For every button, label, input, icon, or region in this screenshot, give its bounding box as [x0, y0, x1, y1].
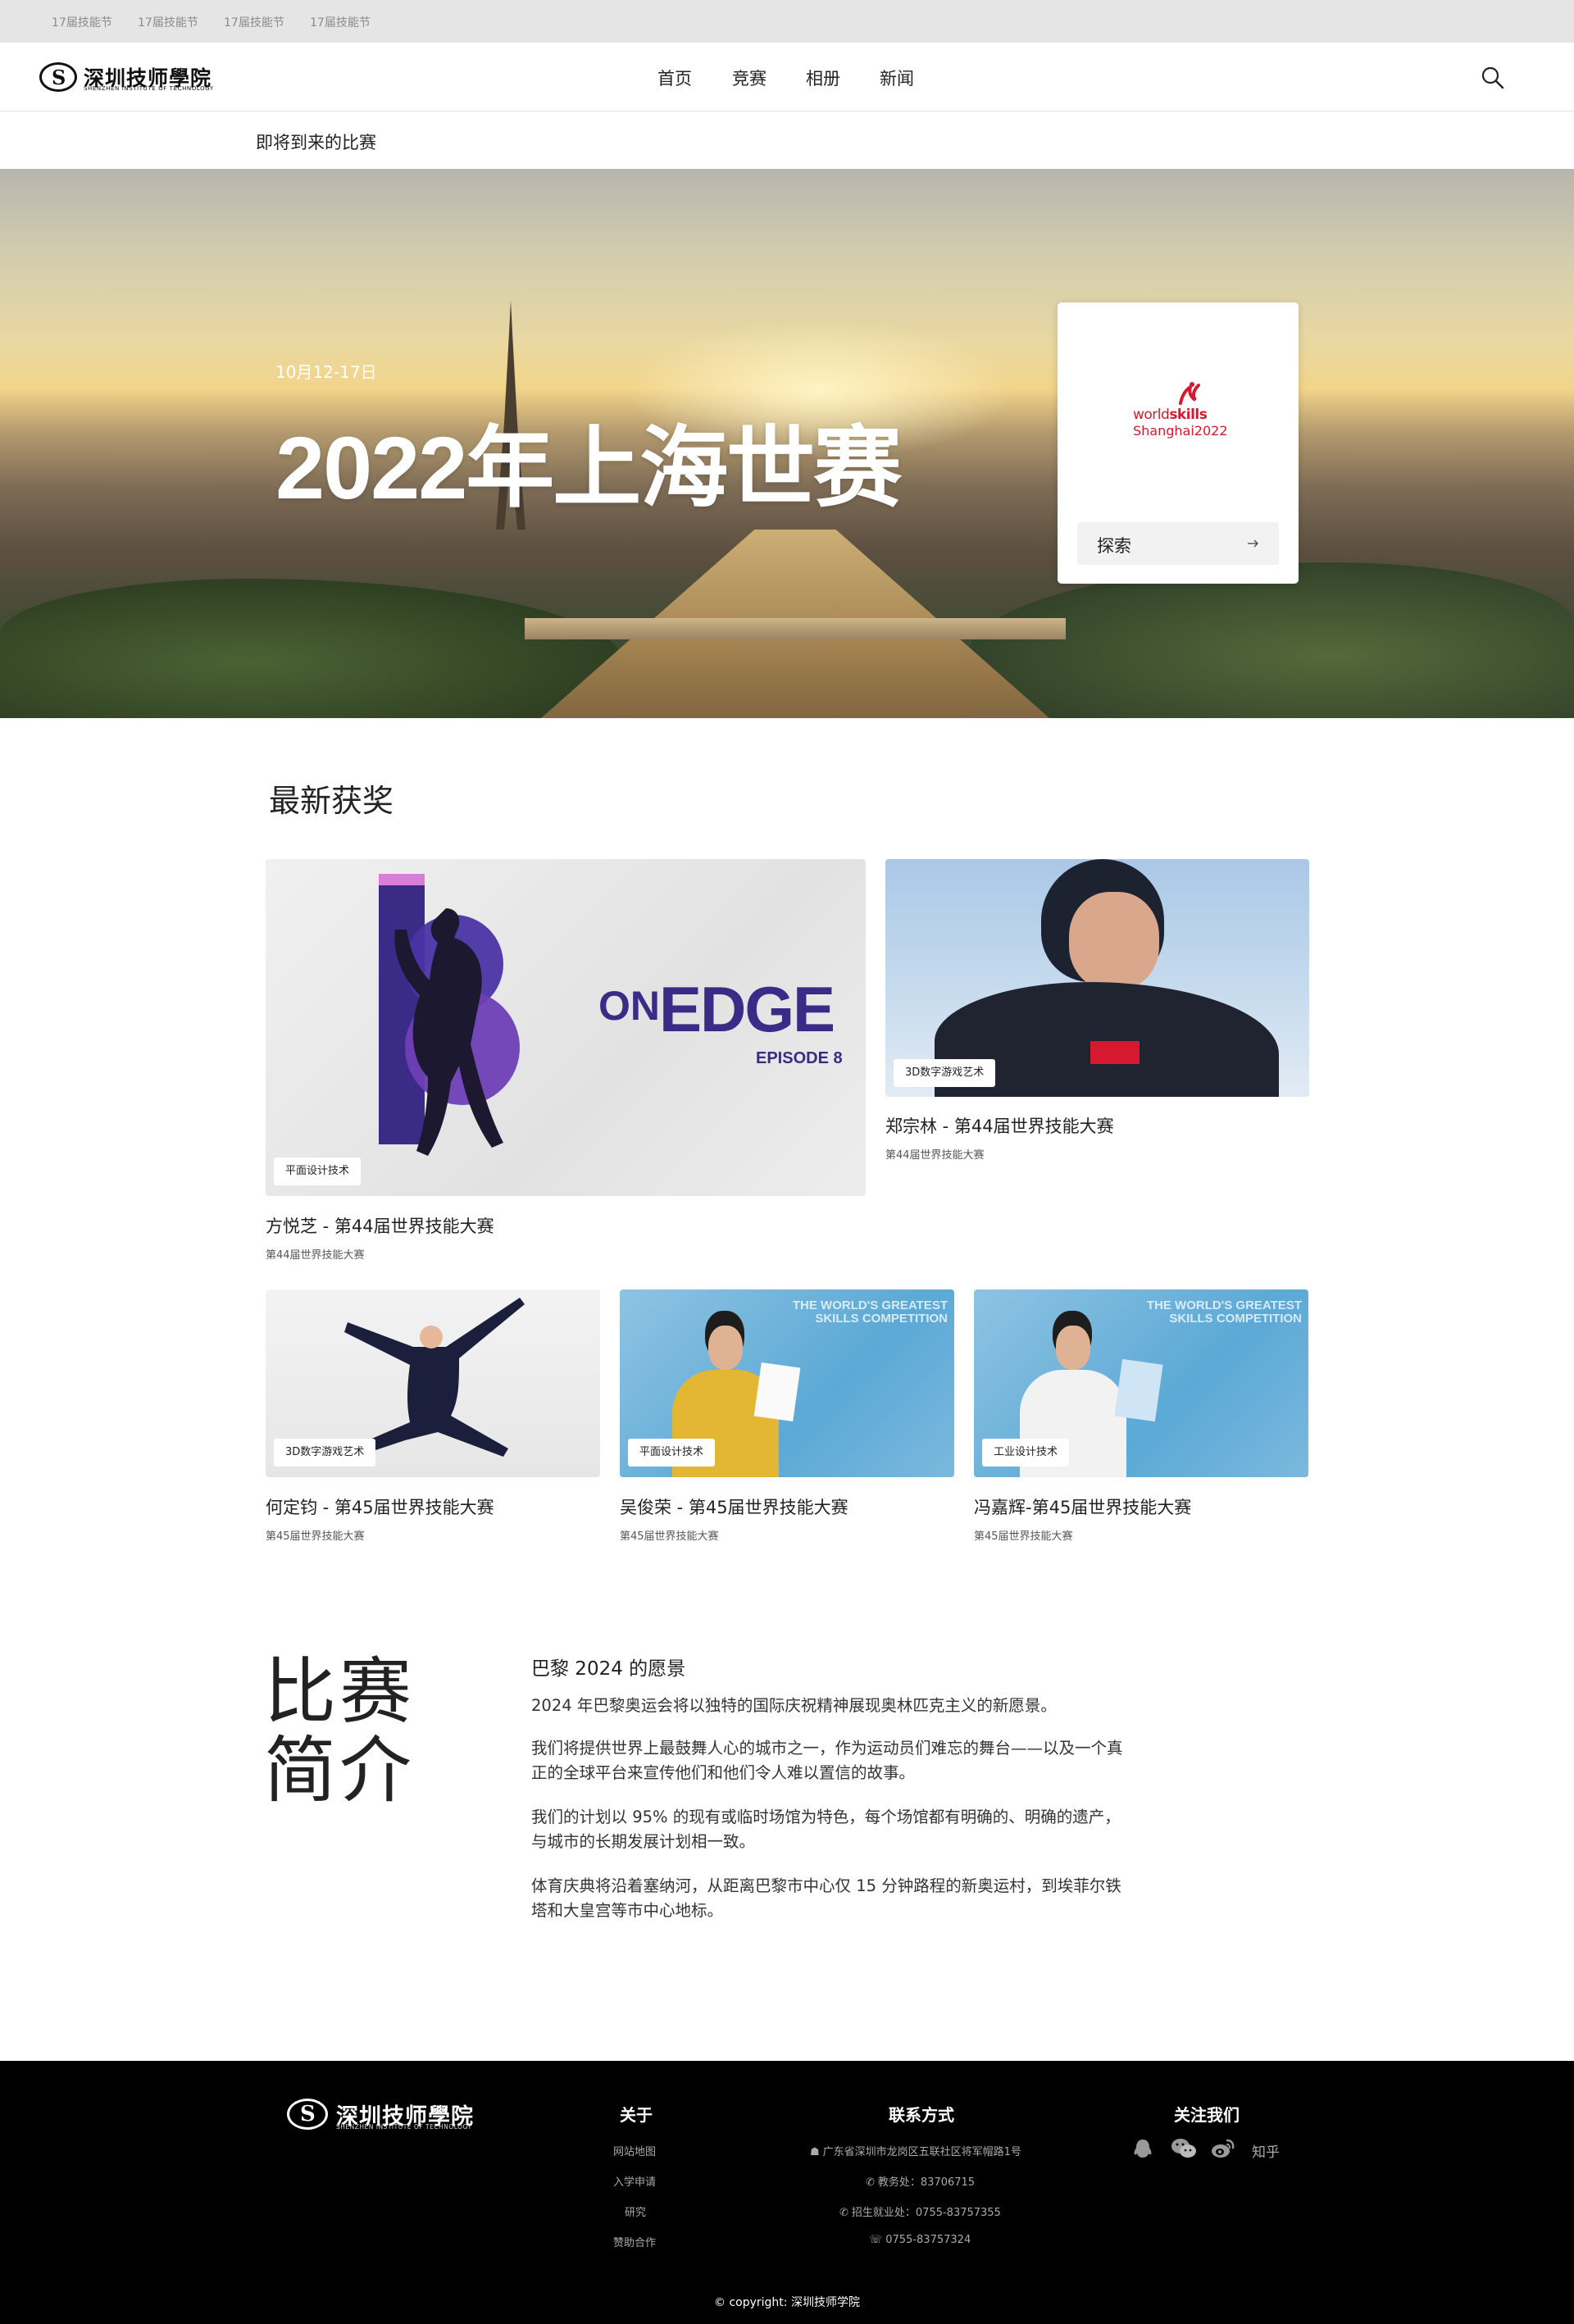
footer-link-sitemap[interactable]: 网站地图 [613, 2143, 656, 2158]
logo-subtext: SHENZHEN INSTITUTE OF TECHNOLOGY [84, 85, 214, 92]
skater-silhouette [394, 908, 503, 1156]
worldskills-city: Shanghai2022 [1133, 423, 1228, 439]
footer-link-admission[interactable]: 入学申请 [613, 2173, 656, 2189]
hero-date: 10月12-17日 [275, 362, 377, 382]
category-tag[interactable]: 3D数字游戏艺术 [894, 1059, 996, 1087]
nav-news[interactable]: 新闻 [880, 66, 914, 90]
hero-trees-left [0, 579, 623, 718]
site-footer: 深圳技师學院 SHENZHEN INSTITUTE OF TECHNOLOGY … [0, 2061, 1574, 2324]
award-subtitle: 第44届世界技能大赛 [885, 1149, 985, 1162]
banner-text: THE WORLD'S GREATEST SKILLS COMPETITION [1146, 1298, 1302, 1326]
footer-fax: ☏ 0755-83757324 [869, 2234, 971, 2246]
award-title[interactable]: 冯嘉辉-第45届世界技能大赛 [974, 1494, 1191, 1519]
award-card[interactable]: 3D数字游戏艺术 何定钧 - 第45届世界技能大赛 第45届世界技能大赛 [266, 1289, 600, 1544]
footer-address: ☗ 广东省深圳市龙岗区五联社区将军帽路1号 [810, 2146, 1021, 2158]
certificate [753, 1362, 801, 1422]
category-tag[interactable]: 平面设计技术 [274, 1157, 362, 1185]
copyright: © copyright: 深圳技师学院 [714, 2296, 860, 2309]
intro-subheading: 巴黎 2024 的愿景 [531, 1658, 686, 1680]
award-subtitle: 第45届世界技能大赛 [974, 1530, 1073, 1543]
top-link[interactable]: 17届技能节 [224, 14, 284, 30]
explore-button[interactable]: 探索 [1077, 522, 1279, 565]
athlete-face [1056, 1326, 1090, 1370]
upcoming-bar: 即将到来的比赛 [0, 111, 1574, 169]
footer-logo-subtext: SHENZHEN INSTITUTE OF TECHNOLOGY [336, 2123, 472, 2131]
event-card: worldskills Shanghai2022 探索 [1058, 302, 1299, 584]
intro-paragraph: 我们将提供世界上最鼓舞人心的城市之一，作为运动员们难忘的舞台——以及一个真正的全… [531, 1739, 1123, 1782]
nav-home[interactable]: 首页 [657, 66, 692, 90]
zhihu-icon[interactable]: 知乎 [1252, 2140, 1280, 2161]
intro-paragraph: 体育庆典将沿着塞纳河，从距离巴黎市中心仅 15 分钟路程的新奥运村，到埃菲尔铁塔… [531, 1876, 1121, 1920]
logo-seal-icon [287, 2099, 328, 2130]
phone-icon: ✆ [839, 2207, 848, 2219]
intro-heading: 比赛简介 [264, 1649, 416, 1812]
intro-paragraph: 2024 年巴黎奥运会将以独特的国际庆祝精神展现奥林匹克主义的新愿景。 [531, 1696, 1057, 1715]
footer-link-research[interactable]: 研究 [625, 2203, 646, 2219]
explore-label: 探索 [1097, 536, 1131, 556]
worldskills-wordmark: worldskills [1133, 407, 1208, 423]
nav-album[interactable]: 相册 [806, 66, 840, 90]
award-subtitle: 第45届世界技能大赛 [620, 1530, 719, 1543]
award-title[interactable]: 方悦芝 - 第44届世界技能大赛 [266, 1213, 494, 1238]
poster-text-episode: EPISODE 8 [756, 1049, 843, 1067]
award-image: ON EDGE EPISODE 8 [266, 859, 866, 1196]
awards-title: 最新获奖 [269, 783, 394, 819]
logo-seal-icon [39, 62, 77, 92]
qq-icon[interactable] [1131, 2138, 1154, 2159]
footer-phone-admission: ✆ 招生就业处：0755-83757355 [839, 2207, 1001, 2219]
site-header: 深圳技师學院 SHENZHEN INSTITUTE OF TECHNOLOGY … [0, 43, 1574, 111]
footer-contact-title: 联系方式 [889, 2105, 954, 2125]
top-link[interactable]: 17届技能节 [52, 14, 112, 30]
fax-icon: ☏ [869, 2234, 883, 2246]
top-link[interactable]: 17届技能节 [138, 14, 198, 30]
hero-title: 2022年上海世赛 [275, 418, 902, 517]
award-title[interactable]: 吴俊荣 - 第45届世界技能大赛 [620, 1494, 848, 1519]
award-title[interactable]: 郑宗林 - 第44届世界技能大赛 [885, 1113, 1114, 1138]
award-title[interactable]: 何定钧 - 第45届世界技能大赛 [266, 1494, 494, 1519]
hero-trees-right [967, 562, 1574, 718]
category-tag[interactable]: 工业设计技术 [982, 1439, 1070, 1467]
wechat-icon[interactable] [1171, 2138, 1197, 2159]
award-subtitle: 第45届世界技能大赛 [266, 1530, 365, 1543]
phone-icon: ✆ [866, 2176, 875, 2189]
footer-about-title: 关于 [620, 2105, 653, 2125]
award-subtitle: 第44届世界技能大赛 [266, 1249, 365, 1262]
certificate [1114, 1358, 1163, 1422]
footer-logo[interactable]: 深圳技师學院 SHENZHEN INSTITUTE OF TECHNOLOGY [287, 2097, 473, 2131]
footer-phone-academic: ✆ 教务处：83706715 [866, 2176, 976, 2189]
nav-competition[interactable]: 竞赛 [732, 66, 767, 90]
site-logo[interactable]: 深圳技师學院 SHENZHEN INSTITUTE OF TECHNOLOGY [39, 61, 213, 93]
poster-text-edge: EDGE [659, 973, 835, 1045]
category-tag[interactable]: 3D数字游戏艺术 [274, 1439, 376, 1467]
award-card[interactable]: THE WORLD'S GREATEST SKILLS COMPETITION … [620, 1289, 954, 1544]
upcoming-label: 即将到来的比赛 [256, 133, 376, 152]
footer-link-sponsorship[interactable]: 赞助合作 [613, 2234, 656, 2249]
worldskills-logo: worldskills Shanghai2022 [1133, 382, 1231, 443]
poster-text-on: ON [598, 983, 660, 1029]
top-link[interactable]: 17届技能节 [310, 14, 371, 30]
award-card[interactable]: ON EDGE EPISODE 8 平面设计技术 方悦芝 - 第44届世界技能大… [266, 859, 866, 1269]
banner-text: THE WORLD'S GREATEST SKILLS COMPETITION [792, 1298, 948, 1326]
top-strip: 17届技能节 17届技能节 17届技能节 17届技能节 [0, 0, 1574, 43]
footer-follow-title: 关注我们 [1174, 2105, 1240, 2125]
award-card[interactable]: 3D数字游戏艺术 郑宗林 - 第44届世界技能大赛 第44届世界技能大赛 [885, 859, 1309, 1171]
weibo-icon[interactable] [1211, 2138, 1235, 2159]
category-tag[interactable]: 平面设计技术 [628, 1439, 716, 1467]
search-icon[interactable] [1481, 66, 1505, 90]
athlete-face [1069, 892, 1159, 990]
arrow-right-icon [1248, 539, 1258, 548]
athlete-face [708, 1326, 743, 1370]
home-icon: ☗ [810, 2146, 820, 2158]
hero-banner: 10月12-17日 2022年上海世赛 worldskills Shanghai… [0, 169, 1574, 718]
hero-bridge [525, 618, 1066, 639]
intro-paragraph: 我们的计划以 95% 的现有或临时场馆为特色，每个场馆都有明确的、明确的遗产，与… [531, 1808, 1121, 1851]
worldskills-mark-icon [1179, 382, 1200, 405]
award-card[interactable]: THE WORLD'S GREATEST SKILLS COMPETITION … [974, 1289, 1308, 1544]
